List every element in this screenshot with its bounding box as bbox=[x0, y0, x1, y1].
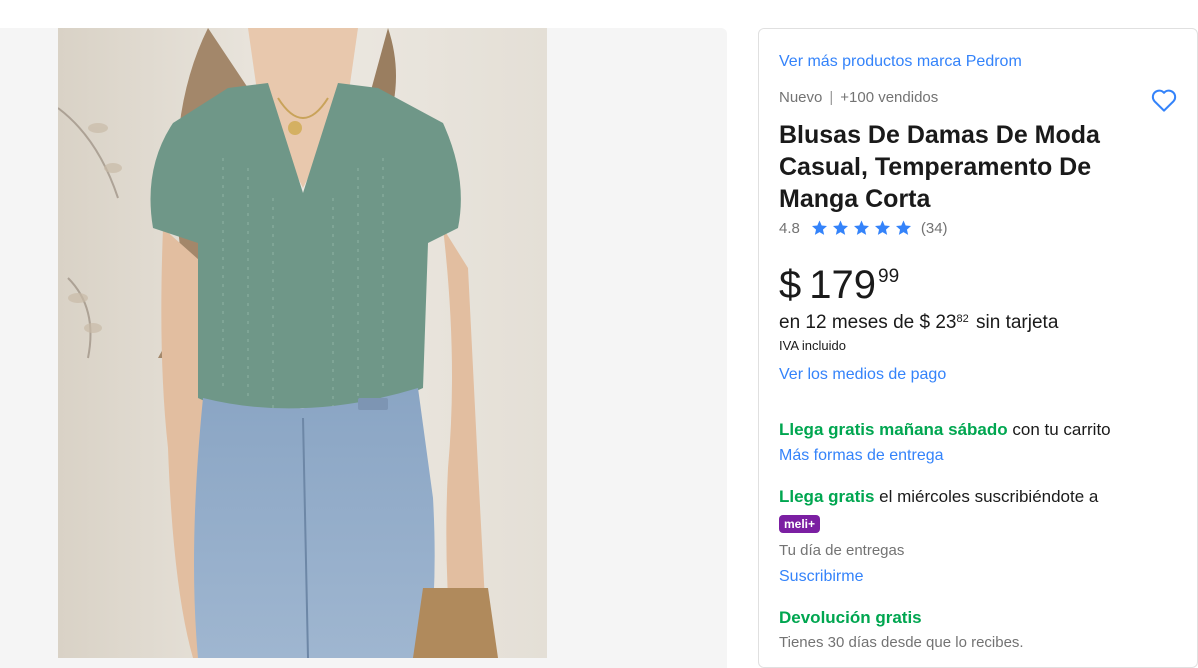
rating-row[interactable]: 4.8 (34) bbox=[779, 219, 948, 237]
payment-methods-link[interactable]: Ver los medios de pago bbox=[779, 366, 946, 384]
installment-cents: 82 bbox=[956, 313, 969, 325]
star-icon bbox=[811, 220, 827, 235]
star-icon bbox=[895, 220, 911, 235]
free-shipping-tomorrow: Llega gratis mañana sábado bbox=[779, 420, 1008, 439]
meta-separator: | bbox=[829, 89, 834, 106]
buy-box: Ver más productos marca Pedrom Nuevo | +10… bbox=[758, 28, 1198, 668]
heart-icon[interactable] bbox=[1149, 85, 1179, 115]
product-title: Blusas De Damas De Moda Casual, Temperam… bbox=[779, 121, 1100, 213]
rating-value: 4.8 bbox=[779, 219, 800, 237]
product-meta: Nuevo | +100 vendidos bbox=[779, 89, 938, 106]
price-cents: 99 bbox=[878, 266, 900, 287]
rating-stars bbox=[810, 219, 913, 237]
installment-currency: $ bbox=[919, 312, 931, 333]
shipping-wednesday: Llega gratis el miércoles suscribiéndote… bbox=[779, 487, 1098, 507]
meli-plus-badge: meli+ bbox=[779, 515, 821, 533]
star-icon bbox=[874, 220, 890, 235]
tax-note: IVA incluido bbox=[779, 338, 846, 353]
shipping-tomorrow-suffix: con tu carrito bbox=[1012, 420, 1111, 439]
delivery-day-text: Tu día de entregas bbox=[779, 542, 905, 559]
price-integer: 179 bbox=[809, 263, 876, 307]
installment-integer: 23 bbox=[935, 312, 957, 333]
installments-prefix: en 12 meses de bbox=[779, 312, 915, 333]
product-photo[interactable] bbox=[58, 28, 547, 658]
installments-suffix: sin tarjeta bbox=[976, 312, 1059, 333]
price: $ 179 99 bbox=[779, 257, 899, 313]
sold-count: +100 vendidos bbox=[840, 89, 939, 106]
brand-link[interactable]: Ver más productos marca Pedrom bbox=[779, 53, 1022, 71]
shipping-wednesday-suffix: el miércoles suscribiéndote a bbox=[879, 487, 1099, 506]
condition-label: Nuevo bbox=[779, 89, 823, 106]
installments: en 12 meses de $ 23 82 sin tarjeta bbox=[779, 312, 1058, 334]
product-gallery bbox=[0, 28, 727, 668]
star-icon bbox=[832, 220, 848, 235]
shipping-tomorrow: Llega gratis mañana sábado con tu carrit… bbox=[779, 420, 1111, 440]
star-icon bbox=[853, 220, 869, 235]
more-delivery-options-link[interactable]: Más formas de entrega bbox=[779, 447, 944, 465]
free-shipping-wednesday: Llega gratis bbox=[779, 487, 875, 506]
subscribe-link[interactable]: Suscribirme bbox=[779, 568, 863, 586]
free-returns-title: Devolución gratis bbox=[779, 608, 922, 627]
review-count: (34) bbox=[920, 219, 948, 237]
price-currency: $ bbox=[779, 263, 802, 307]
free-returns-text: Tienes 30 días desde que lo recibes. bbox=[779, 634, 1024, 651]
